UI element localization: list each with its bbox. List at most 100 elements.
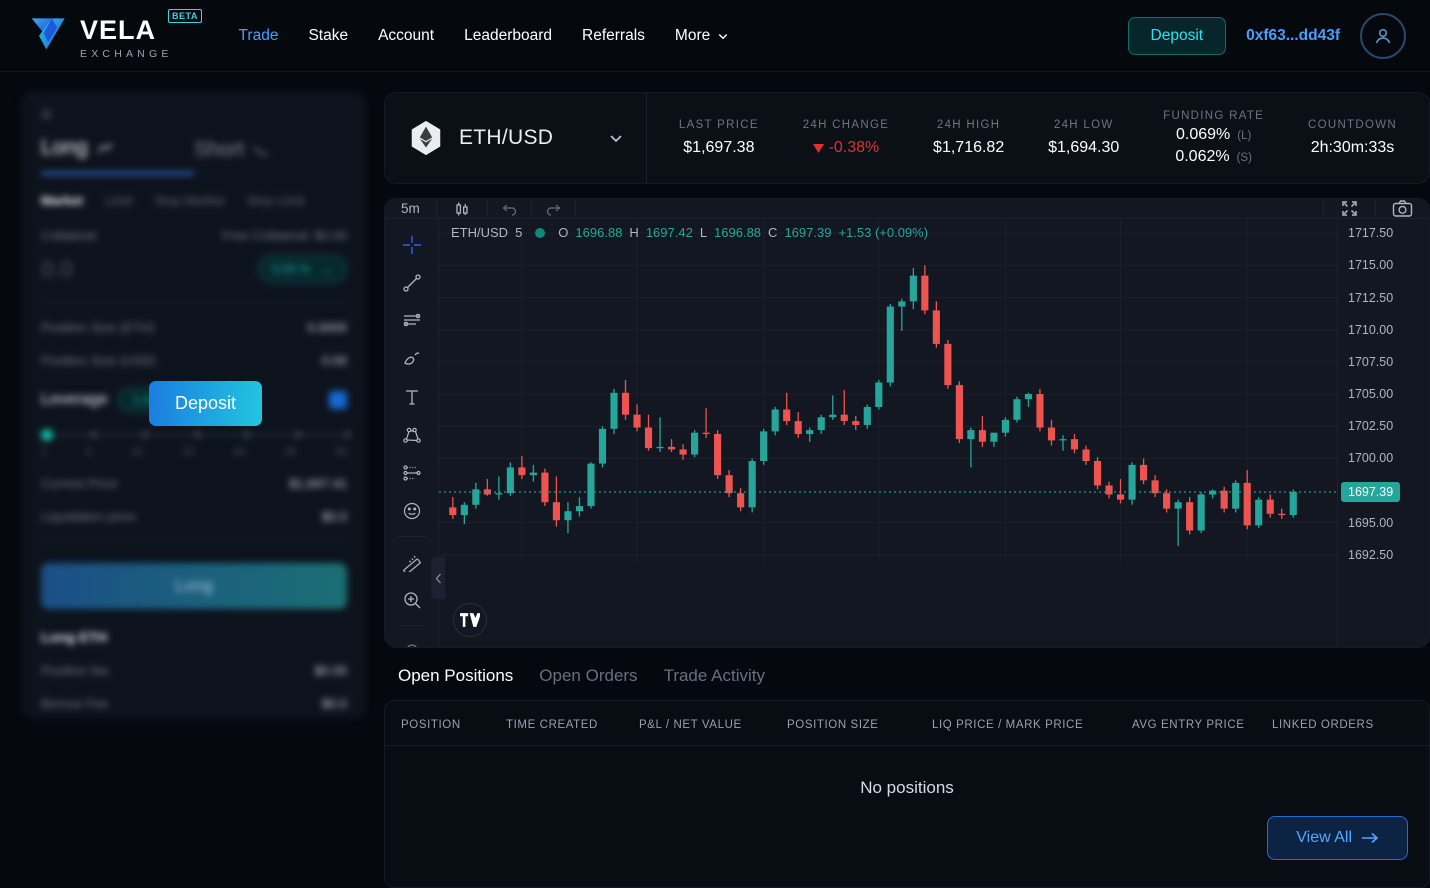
nav-item-account[interactable]: Account — [378, 27, 434, 45]
logo-wordmark: VELA — [80, 17, 173, 44]
position-fee-row: Position fee $0.00 — [41, 663, 347, 678]
positions-tabs: Open Positions Open Orders Trade Activit… — [384, 662, 1430, 686]
nav-item-referrals[interactable]: Referrals — [582, 27, 645, 45]
ruler-tool[interactable] — [394, 544, 430, 580]
chart-plot-area[interactable]: ETH/USD 5 O 1696.88 H 1697.42 L 1696.88 … — [439, 219, 1337, 648]
borrow-fee-row: Borrow Fee $0.0 — [41, 696, 347, 711]
undo-button[interactable] — [488, 199, 532, 218]
slider-handle[interactable] — [41, 429, 53, 441]
position-size-usd-row: Position Size (USD) 0.00 — [41, 353, 347, 368]
app-header: VELA EXCHANGE BETA Trade Stake Account L… — [0, 0, 1430, 72]
fullscreen-button[interactable] — [1323, 199, 1375, 218]
tab-short[interactable]: Short — [194, 136, 347, 175]
brush-tool[interactable] — [394, 341, 430, 377]
leverage-toggle[interactable] — [329, 391, 347, 409]
wallet-address[interactable]: 0xf63...dd43f — [1246, 27, 1340, 45]
panel-settings-icon[interactable] — [41, 109, 52, 120]
screenshot-button[interactable] — [1375, 199, 1429, 218]
tab-open-orders[interactable]: Open Orders — [539, 666, 637, 686]
tab-long[interactable]: Long — [41, 136, 194, 175]
collapse-panel-button[interactable] — [431, 557, 445, 599]
slider-tick-label: 30 — [335, 446, 347, 458]
order-type-stop-market[interactable]: Stop Market — [154, 193, 224, 208]
order-panel-container: Long Short Market Limit Stop Market Stop… — [22, 92, 366, 718]
forecast-icon — [402, 463, 422, 483]
chevron-down-icon: ⌄ — [322, 262, 332, 276]
tab-long-label: Long — [41, 136, 88, 160]
percent-selector[interactable]: 0.00 % ⌄ — [258, 255, 347, 283]
live-status-icon — [535, 228, 545, 238]
chevron-left-icon — [435, 573, 442, 584]
chart-type-button[interactable] — [437, 199, 488, 218]
brand-logo[interactable]: VELA EXCHANGE BETA — [28, 11, 173, 60]
price-tick-label: 1715.00 — [1348, 258, 1393, 272]
collateral-amount[interactable]: 0.0 — [41, 256, 73, 283]
toolbar-divider — [397, 625, 427, 626]
funding-short: 0.062% (S) — [1163, 148, 1264, 166]
nav-item-leaderboard[interactable]: Leaderboard — [464, 27, 552, 45]
chart-legend: ETH/USD 5 O 1696.88 H 1697.42 L 1696.88 … — [451, 225, 928, 240]
price-axis[interactable]: 1717.501715.001712.501710.001707.501705.… — [1337, 219, 1429, 648]
main-content: ETH/USD LAST PRICE $1,697.38 24H CHANGE … — [384, 92, 1430, 888]
funding-long: 0.069% (L) — [1163, 126, 1264, 144]
leverage-slider[interactable] — [41, 434, 347, 436]
deposit-tooltip-button[interactable]: Deposit — [149, 381, 262, 426]
stat-funding-rate: FUNDING RATE 0.069% (L) 0.062% (S) — [1163, 110, 1264, 166]
market-pair-selector[interactable]: ETH/USD — [385, 93, 647, 183]
column-avg-entry-price: AVG ENTRY PRICE — [1132, 719, 1272, 731]
trend-line-icon — [402, 273, 422, 293]
stat-24h-low: 24H LOW $1,694.30 — [1048, 119, 1119, 157]
tradingview-logo-icon[interactable] — [453, 603, 487, 637]
column-linked-orders: LINKED ORDERS — [1272, 719, 1374, 731]
crosshair-tool[interactable] — [394, 227, 430, 263]
nav-item-trade[interactable]: Trade — [239, 27, 279, 45]
chevron-down-icon[interactable] — [608, 130, 624, 146]
collateral-label: Collateral — [41, 228, 96, 243]
redo-icon — [545, 200, 562, 217]
trend-line-tool[interactable] — [394, 265, 430, 301]
zoom-in-tool[interactable] — [394, 582, 430, 618]
current-price-row: Current Price $1,697.41 — [41, 476, 347, 491]
ethereum-icon — [407, 119, 445, 157]
stat-value: -0.38% — [803, 139, 890, 157]
collateral-input-row[interactable]: 0.0 0.00 % ⌄ — [41, 255, 347, 283]
tab-trade-activity[interactable]: Trade Activity — [664, 666, 765, 686]
current-price-value: $1,697.41 — [289, 476, 347, 491]
nav-item-stake[interactable]: Stake — [308, 27, 348, 45]
divider — [41, 301, 347, 302]
price-tick-label: 1710.00 — [1348, 323, 1393, 337]
price-tick-label: 1707.50 — [1348, 355, 1393, 369]
order-type-market[interactable]: Market — [41, 193, 83, 208]
redo-button[interactable] — [532, 199, 576, 218]
text-icon — [402, 387, 422, 407]
stat-label: 24H CHANGE — [803, 119, 890, 131]
horizontal-lines-tool[interactable] — [394, 303, 430, 339]
interval-selector[interactable]: 5m — [385, 199, 437, 218]
position-size-eth-row: Position Size (ETH) 0.0000 — [41, 320, 347, 335]
avatar[interactable] — [1360, 13, 1406, 59]
nav-item-more[interactable]: More — [675, 27, 729, 45]
order-type-limit[interactable]: Limit — [105, 193, 132, 208]
forecast-tool[interactable] — [394, 455, 430, 491]
text-tool[interactable] — [394, 379, 430, 415]
current-price-tag: 1697.39 — [1341, 482, 1400, 502]
emoji-tool[interactable] — [394, 493, 430, 529]
nav-label: More — [675, 27, 710, 45]
stat-24h-high: 24H HIGH $1,716.82 — [933, 119, 1004, 157]
slider-tick-label: 5 — [86, 446, 92, 458]
order-type-stop-limit[interactable]: Stop Limit — [246, 193, 304, 208]
legend-o-label: O — [558, 225, 568, 240]
pattern-tool[interactable] — [394, 417, 430, 453]
funding-long-value: 0.069% — [1176, 126, 1230, 144]
view-all-button[interactable]: View All — [1267, 816, 1408, 860]
free-collateral: Free Collateral: $0.00 — [222, 228, 347, 243]
collateral-row: Collateral Free Collateral: $0.00 — [41, 228, 347, 243]
free-collateral-label: Free Collateral: — [222, 228, 311, 243]
magnet-tool[interactable] — [394, 633, 430, 648]
deposit-button[interactable]: Deposit — [1128, 17, 1227, 55]
tab-open-positions[interactable]: Open Positions — [398, 666, 513, 686]
submit-long-button[interactable]: Long — [41, 563, 347, 609]
funding-short-value: 0.062% — [1175, 148, 1229, 166]
column-position-size: POSITION SIZE — [787, 719, 932, 731]
chart-main: ETH/USD 5 O 1696.88 H 1697.42 L 1696.88 … — [385, 219, 1429, 648]
